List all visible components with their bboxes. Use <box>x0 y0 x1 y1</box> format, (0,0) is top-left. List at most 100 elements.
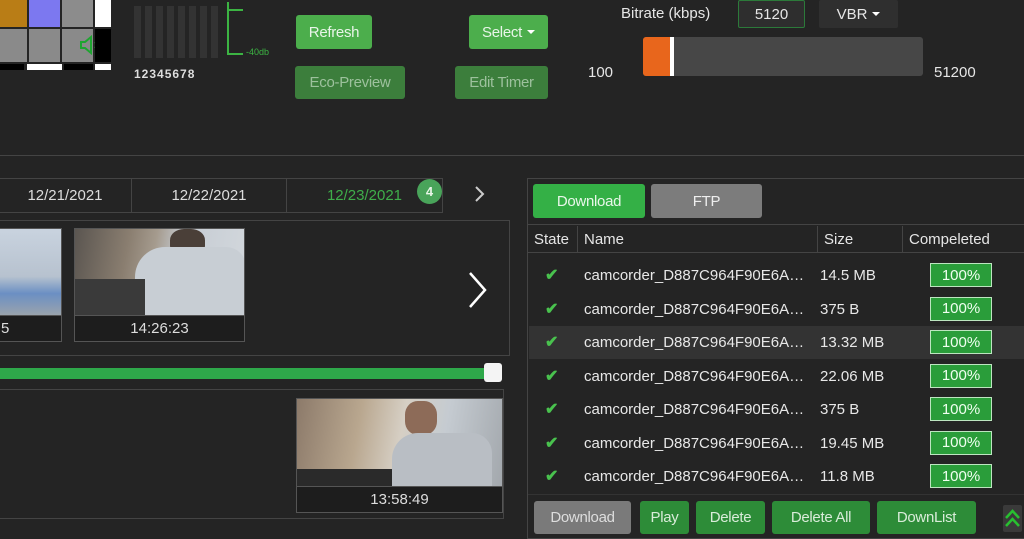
completed-badge: 100% <box>930 430 992 455</box>
caret-down-icon <box>526 30 535 34</box>
divider <box>528 252 1024 253</box>
meter-channel <box>178 6 185 58</box>
completed-badge: 100% <box>930 397 992 421</box>
column-header-state[interactable]: State <box>528 226 578 252</box>
camera-tile-1[interactable] <box>0 0 27 27</box>
thumbnail-image <box>0 229 61 315</box>
column-header-completed[interactable]: Compeleted <box>903 226 1024 252</box>
file-row[interactable]: ✔ camcorder_D887C964F90E6A… 14.5 MB 100% <box>529 259 1024 292</box>
check-icon: ✔ <box>545 434 559 452</box>
thumbnail-image <box>297 399 502 486</box>
meter-channel <box>167 6 174 58</box>
bitrate-input[interactable]: 5120 <box>738 0 805 28</box>
check-icon: ✔ <box>545 300 559 318</box>
bitrate-slider-handle[interactable] <box>670 37 674 76</box>
file-size: 22.06 MB <box>820 367 885 385</box>
camera-tile-7[interactable] <box>62 29 102 62</box>
check-icon: ✔ <box>545 267 559 284</box>
column-header-size[interactable]: Size <box>818 226 903 252</box>
chevron-right-icon[interactable] <box>472 184 488 204</box>
file-name: camcorder_D887C964F90E6A… <box>584 468 805 485</box>
camera-tile-6[interactable] <box>29 29 60 62</box>
bitrate-mode-dropdown[interactable]: VBR <box>819 0 898 28</box>
meter-channel <box>189 6 196 58</box>
date-tab-2[interactable]: 12/22/2021 <box>131 178 287 213</box>
select-label: Select <box>482 23 522 41</box>
bitrate-max: 51200 <box>934 64 976 81</box>
bitrate-min: 100 <box>588 64 614 81</box>
date-tab-1[interactable]: 12/21/2021 <box>0 178 132 213</box>
file-row[interactable]: ✔ camcorder_D887C964F90E6A… 375 B 100% <box>529 293 1024 326</box>
downlist-button[interactable]: DownList <box>877 501 976 534</box>
thumbnail-time: 13:58:49 <box>297 486 502 512</box>
file-row[interactable]: ✔ camcorder_D887C964F90E6A… 19.45 MB 100% <box>529 427 1024 460</box>
meter-channel <box>156 6 163 58</box>
recording-thumbnail[interactable]: 5 <box>0 228 62 342</box>
grid-strip <box>0 64 24 70</box>
check-icon: ✔ <box>545 367 559 385</box>
completed-badge: 100% <box>930 296 992 321</box>
completed-badge: 100% <box>930 330 992 354</box>
timeline-slider[interactable] <box>0 363 510 383</box>
file-row[interactable]: ✔ camcorder_D887C964F90E6A… 22.06 MB 100% <box>529 360 1024 393</box>
grid-strip <box>64 64 93 70</box>
delete-all-button[interactable]: Delete All <box>772 501 870 534</box>
camera-tile-2[interactable] <box>29 0 60 27</box>
file-name: camcorder_D887C964F90E6A… <box>584 367 805 385</box>
timeline-progress <box>0 368 492 379</box>
check-icon: ✔ <box>545 334 559 351</box>
camera-tile-4[interactable] <box>95 0 111 27</box>
thumbnail-image <box>75 229 244 315</box>
check-icon: ✔ <box>545 468 559 485</box>
recording-thumbnail[interactable]: 14:26:23 <box>74 228 245 342</box>
bitrate-slider-fill <box>643 37 670 76</box>
meter-channel <box>211 6 218 58</box>
bitrate-slider[interactable] <box>643 37 923 76</box>
tab-ftp[interactable]: FTP <box>651 184 762 218</box>
collapse-button[interactable] <box>1003 505 1022 532</box>
completed-badge: 100% <box>930 363 992 388</box>
recording-count-badge: 4 <box>417 179 442 204</box>
grid-strip <box>95 64 111 70</box>
check-icon: ✔ <box>545 401 559 418</box>
file-row[interactable]: ✔ camcorder_D887C964F90E6A… 13.32 MB 100% <box>529 326 1024 359</box>
file-row[interactable]: ✔ camcorder_D887C964F90E6A… 375 B 100% <box>529 393 1024 426</box>
delete-button[interactable]: Delete <box>696 501 765 534</box>
meter-channel <box>200 6 207 58</box>
camera-tile-8[interactable] <box>95 29 111 62</box>
file-name: camcorder_D887C964F90E6A… <box>584 267 805 284</box>
play-button[interactable]: Play <box>640 501 689 534</box>
channel-numbers: 12345678 <box>134 67 196 81</box>
divider <box>0 155 1024 156</box>
file-size: 375 B <box>820 300 860 318</box>
completed-badge: 100% <box>930 263 992 287</box>
file-name: camcorder_D887C964F90E6A… <box>584 434 805 452</box>
camera-tile-5[interactable] <box>0 29 27 62</box>
completed-badge: 100% <box>930 464 992 488</box>
grid-strip <box>27 64 62 70</box>
file-size: 11.8 MB <box>820 468 875 485</box>
bitrate-label: Bitrate (kbps) <box>621 5 711 22</box>
download-button[interactable]: Download <box>534 501 631 534</box>
file-row[interactable]: ✔ camcorder_D887C964F90E6A… 11.8 MB 100% <box>529 460 1024 493</box>
column-header-name[interactable]: Name <box>578 226 818 252</box>
file-name: camcorder_D887C964F90E6A… <box>584 401 805 418</box>
tab-download[interactable]: Download <box>533 184 645 218</box>
file-name: camcorder_D887C964F90E6A… <box>584 334 805 351</box>
recording-thumbnail[interactable]: 13:58:49 <box>296 398 503 513</box>
eco-preview-button[interactable]: Eco-Preview <box>295 66 405 99</box>
thumbnail-time: 5 <box>0 315 61 341</box>
file-size: 375 B <box>820 401 860 418</box>
timeline-handle[interactable] <box>484 363 502 382</box>
caret-down-icon <box>872 12 881 16</box>
meter-channel <box>145 6 152 58</box>
camera-tile-3[interactable] <box>62 0 93 27</box>
edit-timer-button[interactable]: Edit Timer <box>455 66 548 99</box>
chevron-right-icon[interactable] <box>466 270 490 310</box>
file-size: 13.32 MB <box>820 334 885 351</box>
meter-channel <box>134 6 141 58</box>
file-size: 19.45 MB <box>820 434 885 452</box>
refresh-button[interactable]: Refresh <box>296 15 372 49</box>
file-name: camcorder_D887C964F90E6A… <box>584 300 805 318</box>
select-dropdown[interactable]: Select <box>469 15 548 49</box>
